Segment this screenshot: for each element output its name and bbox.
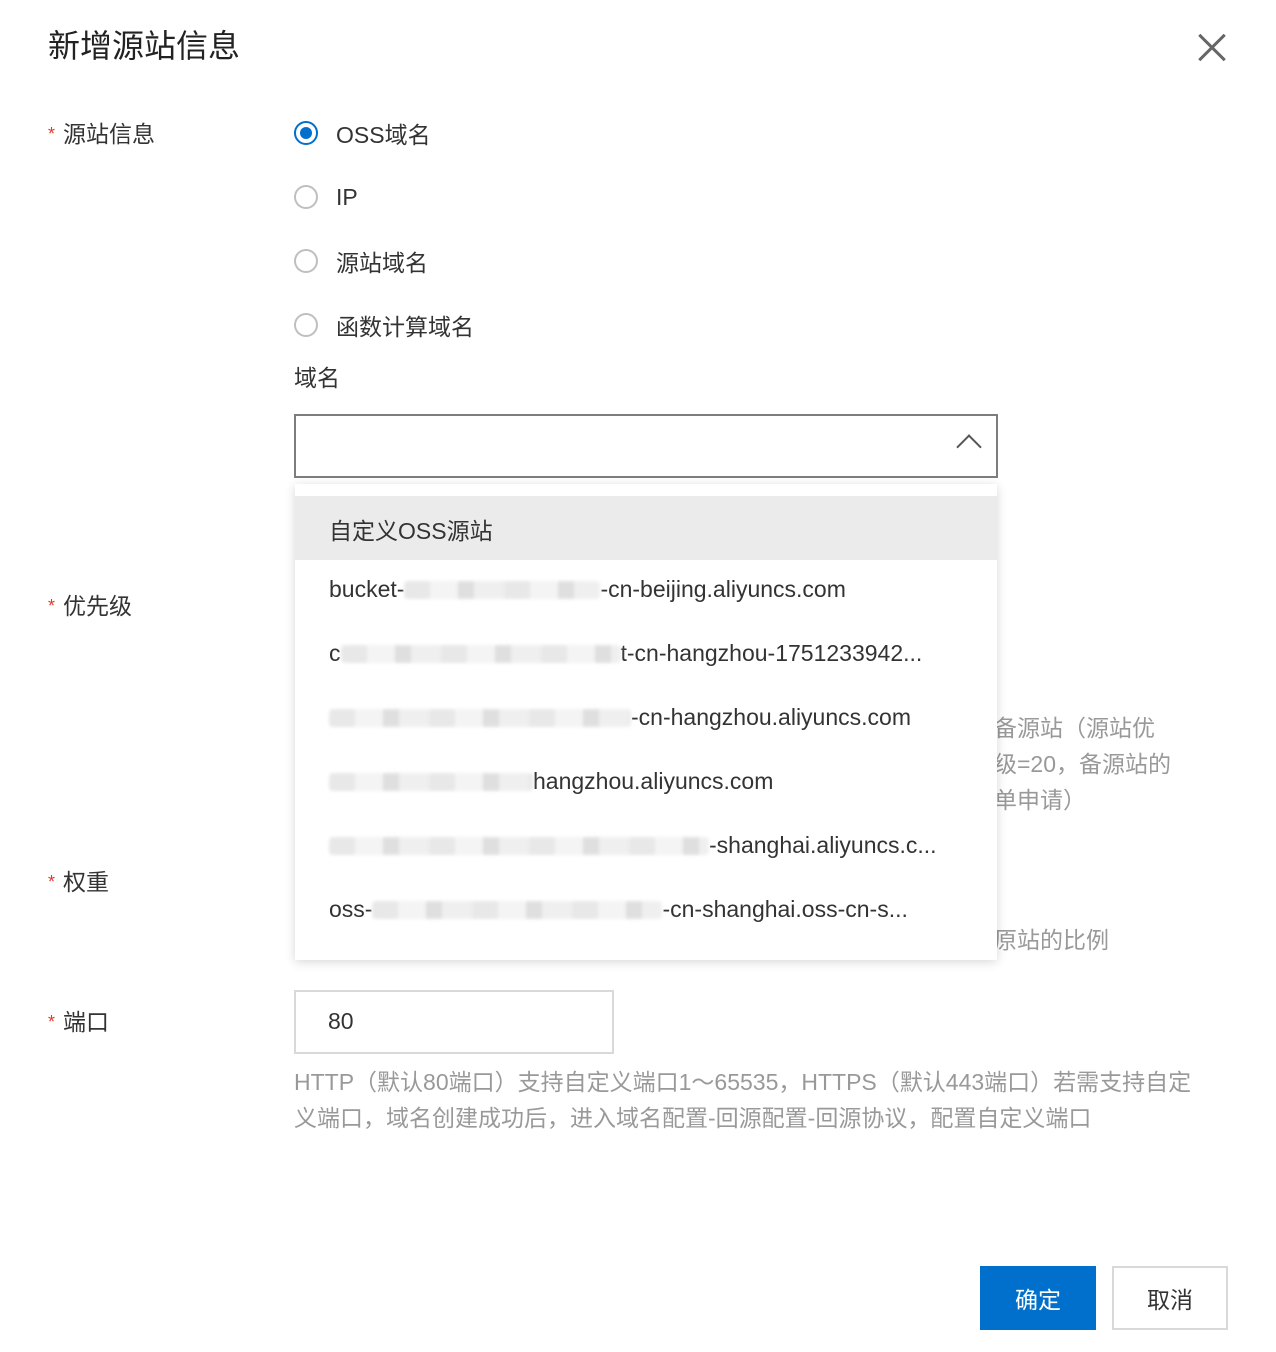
weight-hint: 原站的比例 [994, 927, 1109, 953]
radio-unchecked-icon[interactable] [294, 313, 318, 337]
dropdown-option[interactable]: hangzhou.aliyuncs.com [295, 752, 997, 816]
option-prefix: oss- [329, 896, 373, 922]
close-icon[interactable] [1192, 28, 1232, 68]
redacted-text [329, 709, 631, 727]
radio-origin-domain[interactable]: 源站域名 [294, 245, 428, 277]
radio-ip[interactable]: IP [294, 181, 358, 213]
origin-label: * 源站信息 [48, 118, 155, 150]
priority-label-text: 优先级 [63, 593, 133, 619]
chevron-up-icon [956, 434, 982, 460]
radio-fc-domain[interactable]: 函数计算域名 [294, 309, 474, 341]
radio-unchecked-icon[interactable] [294, 249, 318, 273]
port-input-value: 80 [328, 1008, 354, 1034]
priority-label: * 优先级 [48, 590, 132, 622]
cancel-button[interactable]: 取消 [1112, 1266, 1228, 1330]
dropdown-option[interactable]: -shanghai.aliyuncs.c... [295, 816, 997, 880]
radio-label: IP [336, 183, 358, 210]
redacted-text [329, 773, 533, 791]
redacted-text [372, 901, 663, 919]
required-mark: * [48, 872, 56, 892]
confirm-button[interactable]: 确定 [980, 1266, 1096, 1330]
dropdown-option[interactable]: c t-cn-hangzhou-1751233942... [295, 624, 997, 688]
domain-select[interactable] [294, 414, 998, 478]
weight-label-text: 权重 [63, 869, 110, 895]
option-suffix: hangzhou.aliyuncs.com [533, 768, 774, 794]
radio-unchecked-icon[interactable] [294, 185, 318, 209]
option-prefix: bucket- [329, 576, 405, 602]
redacted-text [329, 837, 709, 855]
required-mark: * [48, 124, 56, 144]
option-suffix: -shanghai.aliyuncs.c... [709, 832, 937, 858]
port-input[interactable]: 80 [294, 990, 614, 1054]
radio-checked-icon[interactable] [294, 121, 318, 145]
option-suffix: -cn-hangzhou.aliyuncs.com [631, 704, 911, 730]
radio-label: 源站域名 [336, 250, 428, 276]
dropdown-group-header-text: 自定义OSS源站 [329, 518, 493, 544]
priority-hint-line-2: 级=20，备源站的 [994, 751, 1172, 777]
weight-label: * 权重 [48, 866, 109, 898]
dropdown-option[interactable]: oss- -cn-shanghai.oss-cn-s... [295, 880, 997, 944]
option-suffix: -cn-shanghai.oss-cn-s... [662, 896, 908, 922]
priority-hint-line-1: 备源站（源站优 [994, 715, 1155, 741]
option-prefix: c [329, 640, 341, 666]
required-mark: * [48, 1012, 56, 1032]
dialog-title: 新增源站信息 [48, 28, 241, 64]
option-suffix: -cn-beijing.aliyuncs.com [600, 576, 846, 602]
dropdown-option[interactable]: bucket- -cn-beijing.aliyuncs.com [295, 560, 997, 624]
port-label-text: 端口 [63, 1009, 110, 1035]
option-suffix: t-cn-hangzhou-1751233942... [620, 640, 923, 666]
port-help-text: HTTP（默认80端口）支持自定义端口1～65535，HTTPS（默认443端口… [294, 1069, 1192, 1131]
dropdown-option[interactable]: -cn-hangzhou.aliyuncs.com [295, 688, 997, 752]
port-label: * 端口 [48, 1006, 109, 1038]
radio-label: OSS域名 [336, 122, 431, 148]
redacted-text [340, 645, 621, 663]
origin-label-text: 源站信息 [63, 121, 156, 147]
priority-hint-line-3: 单申请） [994, 787, 1086, 813]
required-mark: * [48, 596, 56, 616]
domain-label: 域名 [294, 365, 340, 391]
radio-label: 函数计算域名 [336, 314, 474, 340]
radio-oss-domain[interactable]: OSS域名 [294, 117, 431, 149]
redacted-text [404, 581, 601, 599]
domain-dropdown: 自定义OSS源站 bucket- -cn-beijing.aliyuncs.com… [295, 484, 997, 960]
dropdown-group-header: 自定义OSS源站 [295, 496, 997, 560]
